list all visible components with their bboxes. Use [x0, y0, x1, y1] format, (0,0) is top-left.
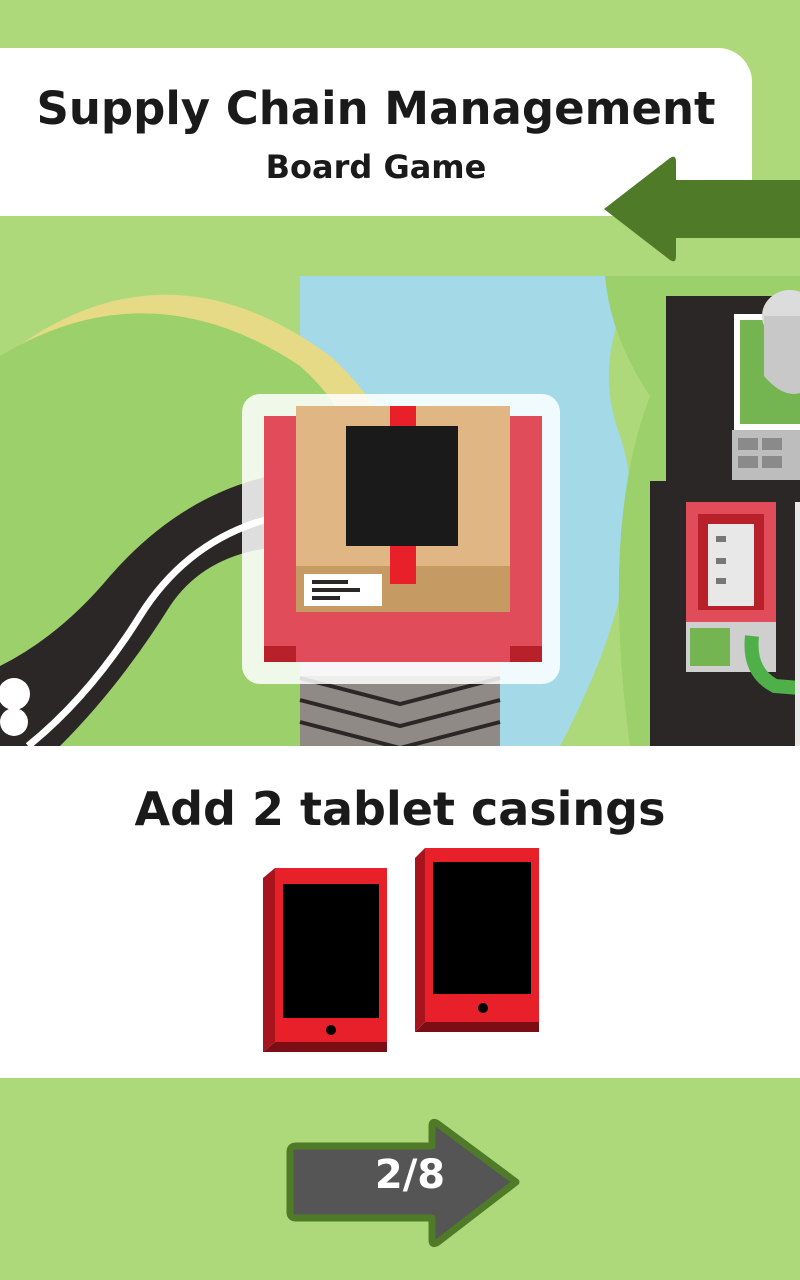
- tablet-casing-icons: [263, 848, 539, 1052]
- back-arrow-icon[interactable]: [596, 150, 800, 268]
- instruction-text: Add 2 tablet casings: [134, 782, 666, 836]
- game-title: Supply Chain Management: [36, 82, 716, 135]
- page-indicator: 2/8: [374, 1152, 446, 1198]
- tablet-casing-icon: [263, 868, 387, 1052]
- factory-scene-illustration: [0, 276, 800, 746]
- tablet-casing-icon: [415, 848, 539, 1032]
